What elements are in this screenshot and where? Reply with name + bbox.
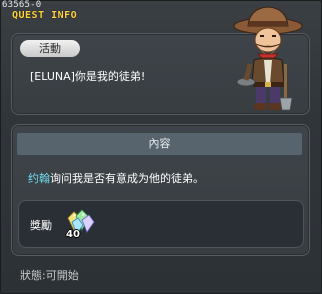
reward-box — [18, 200, 304, 248]
reward-label: 獎勵 — [30, 219, 52, 232]
status-line: 狀態:可開始 — [20, 267, 79, 283]
npc-portrait — [232, 4, 304, 116]
quest-id: 63565-0 — [2, 0, 42, 10]
status-value: 可開始 — [45, 269, 79, 282]
quest-title-text: [ELUNA]你是我的徒弟! — [30, 70, 146, 83]
content-header: 內容 — [17, 133, 302, 155]
status-label: 狀態 — [20, 269, 42, 282]
npc-name-link[interactable]: 约翰 — [28, 172, 50, 185]
reward-quantity: 40 — [66, 229, 80, 240]
quest-dialog: 约翰询问我是否有意成为他的徒弟。 — [28, 170, 204, 186]
window-title: QUEST INFO — [12, 10, 78, 21]
activity-badge: 活動 — [20, 40, 80, 57]
quest-dialog-text: 询问我是否有意成为他的徒弟。 — [50, 172, 204, 185]
